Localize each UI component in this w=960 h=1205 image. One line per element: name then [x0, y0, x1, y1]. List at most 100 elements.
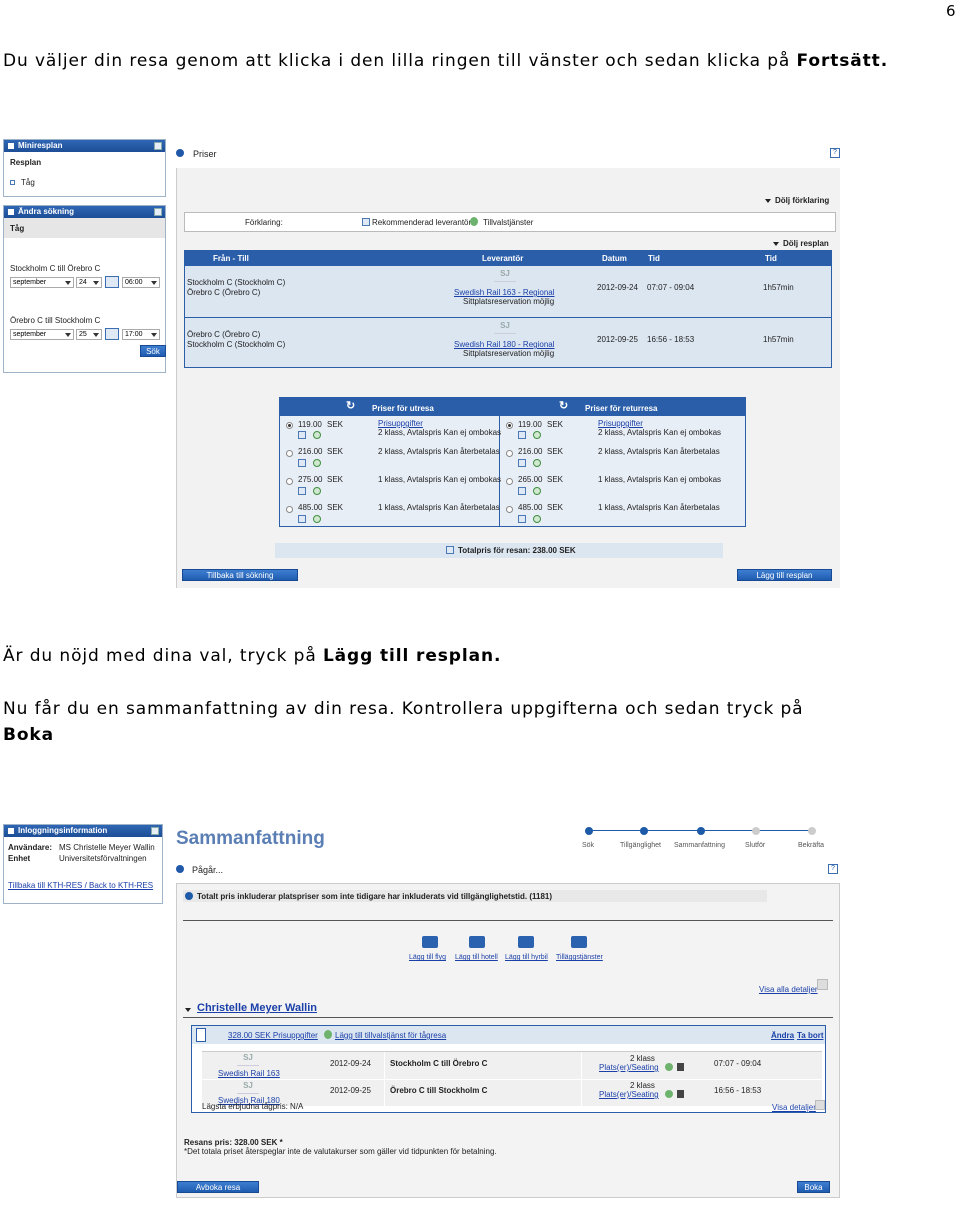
traveller-name[interactable]: Christelle Meyer Wallin [197, 1002, 317, 1014]
add-hotel-link[interactable]: Lägg till hotell [455, 954, 498, 961]
out-title: Priser för utresa [372, 404, 434, 413]
expand-icon[interactable] [815, 1100, 825, 1110]
col-date: Datum [602, 254, 627, 263]
add-car-link[interactable]: Lägg till hyrbil [505, 954, 548, 961]
priser-title: Priser [193, 149, 217, 159]
ret-currency: SEK [547, 503, 564, 512]
mini-itinerary-header: Miniresplan [4, 140, 165, 152]
out-radio-3[interactable] [286, 478, 293, 485]
out-radio-2[interactable] [286, 450, 293, 457]
legend-addon: Tillvalstjänster [483, 218, 534, 227]
month2-select[interactable]: september [10, 329, 74, 340]
back-to-search-button[interactable]: Tillbaka till sökning [182, 569, 298, 581]
col-duration: Tid [765, 254, 777, 263]
calendar-icon[interactable] [105, 328, 119, 340]
ret-price: 485.00 [518, 503, 543, 512]
help-icon[interactable]: ? [828, 864, 838, 874]
seating-link[interactable]: Plats(er)/Seating [599, 1090, 659, 1099]
step-dot-5 [808, 827, 816, 835]
info-bar: Totalt pris inkluderar platspriser som i… [183, 890, 767, 902]
services-link[interactable]: Tilläggstjänster [556, 954, 603, 961]
change-link[interactable]: Ändra [771, 1031, 794, 1040]
route1-label: Stockholm C till Örebro C [10, 264, 101, 273]
remove-link[interactable]: Ta bort [797, 1031, 824, 1040]
month1-select[interactable]: september [10, 277, 74, 288]
price-info-link[interactable]: Prisuppgifter [598, 419, 643, 428]
supplier-link[interactable]: Swedish Rail 163 [218, 1069, 280, 1078]
ret-desc: 1 klass, Avtalspris Kan ej ombokas [598, 475, 722, 484]
user-name: MS Christelle Meyer Wallin [59, 843, 155, 852]
show-all-details-link[interactable]: Visa alla detaljer [759, 985, 818, 994]
trip-class: 2 klass [630, 1081, 655, 1090]
supplier-link[interactable]: Swedish Rail 163 - Regional [454, 288, 555, 297]
out-currency: SEK [327, 447, 344, 456]
minimize-icon[interactable] [151, 827, 159, 835]
trash-icon[interactable] [677, 1090, 684, 1098]
cancel-trip-button[interactable]: Avboka resa [177, 1181, 259, 1193]
calendar-icon[interactable] [105, 276, 119, 288]
row-time: 16:56 - 18:53 [647, 335, 695, 344]
refresh-out-icon[interactable]: ↻ [346, 399, 355, 412]
supplier-link[interactable]: Swedish Rail 180 - Regional [454, 340, 555, 349]
ret-currency: SEK [547, 447, 564, 456]
time2-select[interactable]: 17:00 [122, 329, 160, 340]
refresh-ret-icon[interactable]: ↻ [559, 399, 568, 412]
recommended-icon [362, 218, 370, 226]
mini-train-item[interactable]: Tåg [10, 178, 35, 187]
add-flight-link[interactable]: Lägg till flyg [409, 954, 446, 961]
seat-note: Sittplatsreservation möjlig [463, 349, 555, 358]
time1-select[interactable]: 06:00 [122, 277, 160, 288]
login-info-panel: Inloggningsinformation Användare: MS Chr… [3, 824, 163, 904]
total-price: Totalpris för resan: 238.00 SEK [458, 546, 576, 555]
help-icon[interactable]: ? [830, 148, 840, 158]
hotel-icon[interactable] [469, 936, 485, 948]
minimize-icon[interactable] [154, 142, 162, 150]
book-button[interactable]: Boka [797, 1181, 830, 1193]
step-label: Sammanfattning [674, 842, 725, 849]
ret-radio-2[interactable] [506, 450, 513, 457]
ret-radio-3[interactable] [506, 478, 513, 485]
triangle-down-icon[interactable] [185, 1008, 191, 1012]
addon-icon [533, 431, 541, 439]
out-price: 275.00 [298, 475, 323, 484]
hide-itinerary-toggle[interactable]: Dölj resplan [773, 239, 829, 248]
ret-desc: 2 klass, Avtalspris Kan ej ombokas [598, 428, 722, 437]
para2-bold: Lägg till resplan. [322, 646, 502, 666]
addon-icon [665, 1063, 673, 1071]
ret-radio-1[interactable] [506, 422, 513, 429]
price-info-link[interactable]: Prisuppgifter [378, 419, 423, 428]
day1-select[interactable]: 24 [76, 277, 102, 288]
addon-icon [313, 431, 321, 439]
car-icon[interactable] [518, 936, 534, 948]
seating-link[interactable]: Plats(er)/Seating [599, 1063, 659, 1072]
search-button[interactable]: Sök [140, 345, 166, 357]
itinerary-header: Från - Till Leverantör Datum Tid Tid [185, 251, 831, 266]
trash-icon[interactable] [677, 1063, 684, 1071]
ret-radio-4[interactable] [506, 506, 513, 513]
plane-icon[interactable] [422, 936, 438, 948]
out-currency: SEK [327, 420, 344, 429]
intro-bold: Fortsätt. [796, 51, 889, 71]
row-duration: 1h57min [763, 283, 794, 292]
out-currency: SEK [327, 475, 344, 484]
para2-text: Är du nöjd med dina val, tryck på [3, 646, 323, 666]
services-icon[interactable] [571, 936, 587, 948]
hide-legend-toggle[interactable]: Dölj förklaring [765, 196, 829, 205]
out-radio-1[interactable] [286, 422, 293, 429]
add-addon-link[interactable]: Lägg till tillvalstjänst för tågresa [335, 1031, 446, 1040]
itinerary-table: Från - Till Leverantör Datum Tid Tid Sto… [184, 250, 832, 368]
expand-icon[interactable] [817, 979, 828, 990]
minimize-icon[interactable] [154, 208, 162, 216]
back-to-kthres-link[interactable]: Tillbaka till KTH-RES / Back to KTH-RES [8, 881, 153, 890]
login-info-header: Inloggningsinformation [4, 825, 162, 837]
ret-currency: SEK [547, 420, 564, 429]
intro-text: Du väljer din resa genom att klicka i de… [3, 51, 797, 71]
add-to-itinerary-button[interactable]: Lägg till resplan [737, 569, 832, 581]
day2-select[interactable]: 25 [76, 329, 102, 340]
row-to: Stockholm C (Stockholm C) [187, 340, 286, 349]
unit-label: Enhet [8, 854, 31, 863]
route2-label: Örebro C till Stockholm C [10, 316, 101, 325]
trip-price-link[interactable]: 328.00 SEK Prisuppgifter [228, 1031, 318, 1040]
out-radio-4[interactable] [286, 506, 293, 513]
show-details-link[interactable]: Visa detaljer [772, 1103, 816, 1112]
